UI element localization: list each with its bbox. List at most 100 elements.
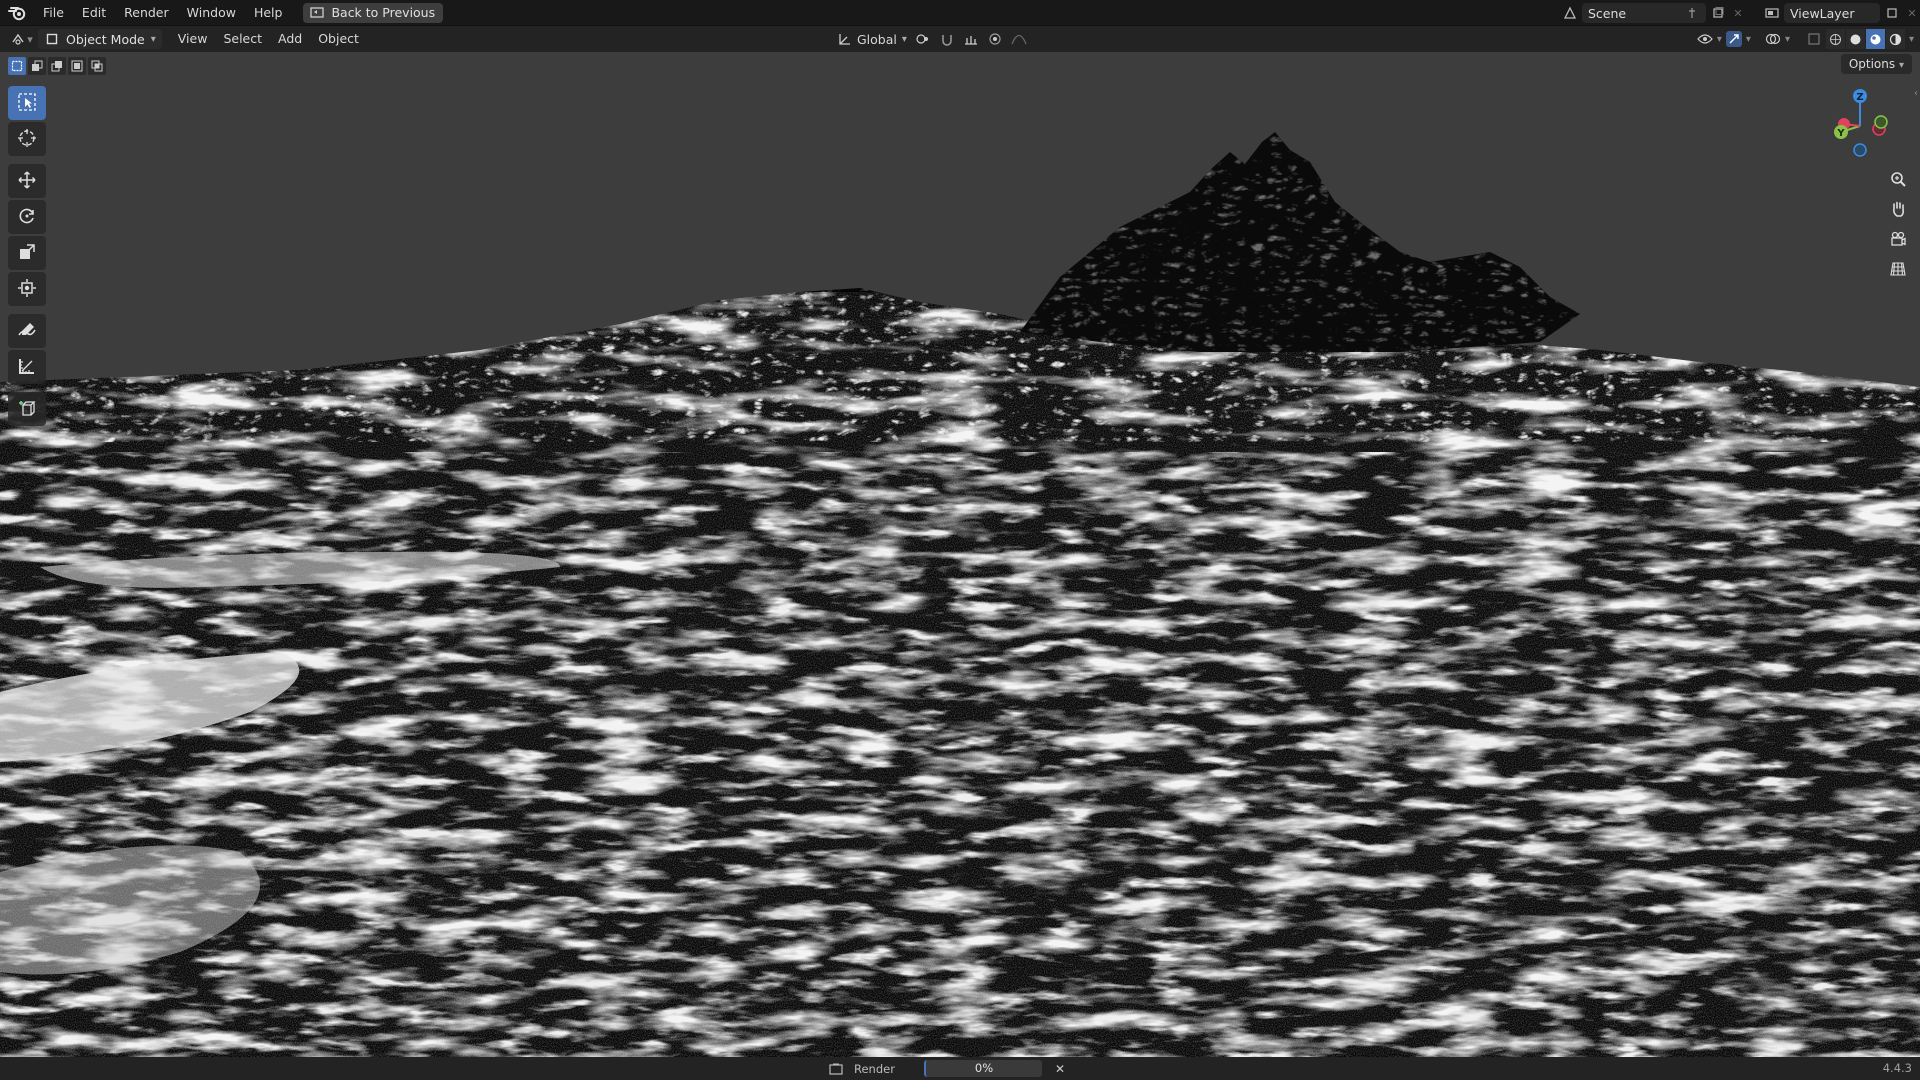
editor-type-icon[interactable] [10, 31, 26, 47]
viewport-header: ▾ Object Mode ▾ View Select Add Object G… [0, 26, 1920, 52]
scene-type-icon[interactable] [1562, 5, 1578, 21]
editor-type-chevron-icon[interactable]: ▾ [26, 31, 34, 47]
move-tool[interactable] [8, 164, 46, 198]
gizmo-toggle-icon[interactable] [1725, 31, 1742, 47]
cancel-render-icon[interactable]: ✕ [1052, 1061, 1068, 1077]
shading-mode-buttons [1825, 29, 1905, 49]
back-to-previous-label: Back to Previous [331, 4, 436, 20]
move-icon [17, 170, 37, 193]
viewport-display-controls: ▾ ▾ ▾ ▾ [1697, 29, 1914, 49]
perspective-toggle-button[interactable] [1886, 258, 1910, 282]
tool-shelf [8, 86, 46, 426]
orientation-axes-icon [836, 31, 852, 47]
xray-toggle-icon[interactable] [1806, 31, 1822, 47]
options-label: Options [1848, 57, 1896, 71]
select-extend-icon[interactable] [28, 57, 46, 75]
menu-add[interactable]: Add [270, 29, 310, 49]
delete-view-layer-icon[interactable]: ✕ [1904, 5, 1920, 21]
select-intersect-icon[interactable] [88, 57, 106, 75]
scale-icon [17, 242, 37, 265]
view-layer-name: ViewLayer [1790, 5, 1855, 21]
screen-back-icon [309, 5, 325, 21]
view-layer-type-icon[interactable] [1764, 5, 1780, 21]
new-view-layer-icon[interactable] [1884, 5, 1900, 21]
measure-icon [17, 356, 37, 379]
falloff-icon[interactable] [1011, 31, 1027, 47]
camera-icon [1889, 230, 1907, 251]
add-cube-tool[interactable] [8, 392, 46, 426]
gizmo-y-label: Y [1836, 128, 1845, 139]
menu-window[interactable]: Window [178, 2, 245, 24]
rotate-icon [17, 206, 37, 229]
transform-orientation-dropdown[interactable]: Global ▾ [836, 31, 907, 47]
view-layer-selector[interactable]: ViewLayer [1784, 3, 1880, 23]
material-preview-shading-icon[interactable] [1865, 29, 1885, 49]
annotate-icon [17, 320, 37, 343]
pan-button[interactable] [1886, 198, 1910, 222]
zoom-button[interactable] [1886, 168, 1910, 192]
scene-name: Scene [1588, 5, 1627, 21]
select-invert-icon[interactable] [68, 57, 86, 75]
menu-view[interactable]: View [170, 29, 216, 49]
select-box-icon [17, 92, 37, 115]
chevron-down-icon[interactable]: ▾ [1746, 34, 1751, 45]
select-box-tool[interactable] [8, 86, 46, 120]
render-progress-bar: 0% [924, 1060, 1042, 1077]
solid-shading-icon[interactable] [1845, 29, 1865, 49]
measure-tool[interactable] [8, 350, 46, 384]
3d-viewport[interactable]: Options ▾ ‹ Z Y [0, 52, 1920, 1057]
chevron-down-icon: ▾ [1898, 60, 1904, 71]
zoom-icon [1889, 170, 1907, 191]
select-new-icon[interactable] [8, 57, 26, 75]
object-mode-icon [44, 31, 60, 47]
cursor-icon [17, 128, 37, 151]
render-job-icon [828, 1061, 844, 1077]
chevron-down-icon: ▾ [150, 33, 156, 45]
transform-icon [17, 278, 37, 301]
rendered-shading-icon[interactable] [1885, 29, 1905, 49]
new-scene-icon[interactable] [1710, 5, 1726, 21]
annotate-tool[interactable] [8, 314, 46, 348]
scene-selector[interactable]: Scene [1582, 3, 1706, 23]
rotate-tool[interactable] [8, 200, 46, 234]
snap-toggle-icon[interactable] [939, 31, 955, 47]
menu-object[interactable]: Object [310, 29, 367, 49]
navigation-buttons [1886, 168, 1910, 282]
cursor-tool[interactable] [8, 122, 46, 156]
status-bar: Render 0% ✕ 4.4.3 [0, 1057, 1920, 1080]
menu-help[interactable]: Help [245, 2, 292, 24]
proportional-editing-icon[interactable] [987, 31, 1003, 47]
version-label: 4.4.3 [1882, 1061, 1912, 1075]
blender-logo-icon[interactable] [0, 0, 34, 26]
chevron-down-icon[interactable]: ▾ [1717, 34, 1722, 45]
pin-icon[interactable] [1684, 5, 1700, 21]
chevron-down-icon[interactable]: ▾ [1909, 34, 1914, 45]
visibility-eye-icon[interactable] [1697, 31, 1713, 47]
snap-target-icon[interactable] [963, 31, 979, 47]
transform-controls: Global ▾ [836, 29, 1027, 49]
top-right-controls: Scene ✕ ViewLayer ✕ [1562, 0, 1920, 26]
chevron-down-icon: ▾ [901, 33, 907, 45]
navigation-gizmo[interactable]: Z Y [1820, 84, 1900, 164]
options-dropdown[interactable]: Options ▾ [1840, 54, 1912, 74]
menu-select[interactable]: Select [215, 29, 270, 49]
overlays-icon[interactable] [1765, 31, 1781, 47]
menu-file[interactable]: File [34, 2, 73, 24]
object-mode-label: Object Mode [66, 31, 145, 47]
pivot-point-icon[interactable] [915, 31, 931, 47]
camera-view-button[interactable] [1886, 228, 1910, 252]
wireframe-shading-icon[interactable] [1825, 29, 1845, 49]
render-label: Render [854, 1061, 895, 1076]
sidebar-expand-icon[interactable]: ‹ [1914, 88, 1918, 99]
select-subtract-icon[interactable] [48, 57, 66, 75]
object-mode-dropdown[interactable]: Object Mode ▾ [38, 29, 162, 49]
menu-render[interactable]: Render [115, 2, 178, 24]
selection-mode-buttons [8, 57, 106, 75]
menu-edit[interactable]: Edit [73, 2, 115, 24]
back-to-previous-button[interactable]: Back to Previous [303, 2, 444, 23]
chevron-down-icon[interactable]: ▾ [1785, 34, 1790, 45]
scale-tool[interactable] [8, 236, 46, 270]
transform-tool[interactable] [8, 272, 46, 306]
transform-orientation-label: Global [857, 31, 897, 47]
delete-scene-icon[interactable]: ✕ [1730, 5, 1746, 21]
